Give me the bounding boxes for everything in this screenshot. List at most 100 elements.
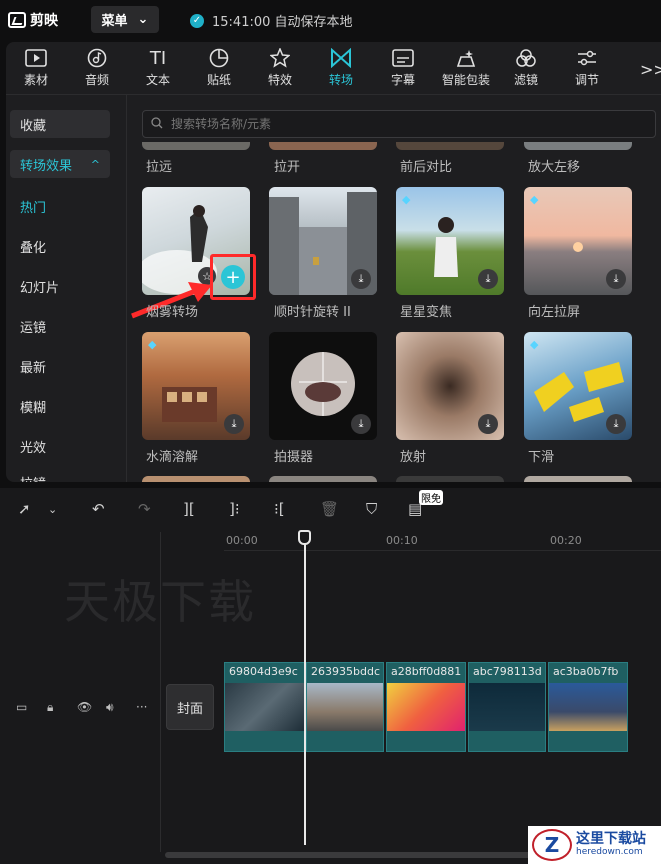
marker-icon[interactable]: ⛉ <box>366 500 377 518</box>
split-left-icon[interactable]: ]⁝ <box>229 500 240 518</box>
tab-smart-package[interactable]: 智能包装 <box>439 48 493 88</box>
tab-sticker[interactable]: 贴纸 <box>194 48 244 88</box>
undo-icon[interactable]: ↶ <box>92 500 105 518</box>
time-ruler[interactable] <box>224 532 661 551</box>
sidebar-item-dissolve[interactable]: 叠化 <box>20 237 46 256</box>
site-url: heredown.com <box>576 846 643 857</box>
tile-label: 烟雾转场 <box>146 305 199 320</box>
select-cursor-icon[interactable]: ➚ <box>18 500 31 518</box>
tab-transition[interactable]: 转场 <box>316 48 366 88</box>
download-icon[interactable]: ⤓ <box>478 269 498 289</box>
search-bar[interactable] <box>142 110 656 138</box>
clip-thumbnail <box>307 683 383 731</box>
clip-thumbnail <box>549 683 627 731</box>
chevron-down-icon: ⌄ <box>137 12 149 27</box>
video-clip[interactable]: a28bff0d881 <box>386 662 466 752</box>
site-title: 这里下载站 <box>576 831 646 848</box>
ruler-label: 00:10 <box>386 534 418 547</box>
split-right-icon[interactable]: ⁝[ <box>274 500 285 518</box>
smart-package-icon <box>455 48 477 68</box>
clip-thumbnail <box>387 683 465 731</box>
sidebar-item-blur[interactable]: 模糊 <box>20 397 46 416</box>
tile-label: 向左拉屏 <box>528 305 581 320</box>
sidebar-item-slides[interactable]: 幻灯片 <box>20 277 59 296</box>
video-clip[interactable]: ac3ba0b7fb <box>548 662 628 752</box>
video-clip[interactable]: 263935bddc <box>306 662 384 752</box>
save-status-text: 15:41:00 自动保存本地 <box>212 15 353 30</box>
sidebar-item-light[interactable]: 光效 <box>20 437 46 456</box>
download-icon[interactable]: ⤓ <box>351 414 371 434</box>
clip-name: ac3ba0b7fb <box>553 665 619 678</box>
more-tabs-icon[interactable]: >> <box>640 60 661 79</box>
tab-adjust[interactable]: 调节 <box>562 48 612 88</box>
tab-text[interactable]: TI 文本 <box>133 48 183 88</box>
download-icon[interactable]: ⤓ <box>606 414 626 434</box>
transition-tile-camera[interactable]: ⤓ <box>269 332 377 440</box>
check-icon: ✓ <box>190 13 204 28</box>
sidebar-item-latest[interactable]: 最新 <box>20 357 46 376</box>
clip-thumbnail <box>469 683 545 731</box>
volume-icon[interactable]: 🔊︎ <box>106 700 114 715</box>
tile-partial-thumb <box>269 476 377 482</box>
download-icon[interactable]: ⤓ <box>606 269 626 289</box>
download-icon[interactable]: ⤓ <box>478 414 498 434</box>
split-icon[interactable]: ][ <box>183 500 195 518</box>
transition-tile-clockwise[interactable]: ⤓ <box>269 187 377 295</box>
search-input[interactable] <box>169 116 573 132</box>
audio-icon <box>87 48 107 68</box>
tile-label: 顺时针旋转 II <box>274 305 351 320</box>
filter-icon <box>515 48 537 68</box>
redo-icon: ↷ <box>138 500 151 518</box>
save-status: ✓ 15:41:00 自动保存本地 <box>190 11 353 30</box>
clip-name: abc798113d <box>473 665 542 678</box>
tile-label: 放大左移 <box>528 160 581 175</box>
track-video-icon[interactable]: ▭ <box>16 700 27 714</box>
download-icon[interactable]: ⤓ <box>224 414 244 434</box>
tile-partial-thumb <box>396 476 504 482</box>
site-badge-icon: Z <box>532 829 572 861</box>
adjust-icon <box>576 48 598 68</box>
tab-subtitle[interactable]: 字幕 <box>378 48 428 88</box>
sidebar-item-hot[interactable]: 热门 <box>20 197 46 216</box>
playhead-handle[interactable] <box>298 530 311 545</box>
transition-tile-radial[interactable]: ⤓ <box>396 332 504 440</box>
transition-tile-star-zoom[interactable]: ◆ ⤓ <box>396 187 504 295</box>
sidebar-item-camera[interactable]: 运镜 <box>20 317 46 336</box>
sidebar-favorites[interactable]: 收藏 <box>10 110 110 138</box>
cover-button[interactable]: 封面 <box>166 684 214 730</box>
tile-partial-thumb <box>142 476 250 482</box>
playhead[interactable] <box>304 530 306 845</box>
sidebar-category[interactable]: 转场效果 ^ <box>10 150 110 178</box>
transition-tile-slide-down[interactable]: ◆ ⤓ <box>524 332 632 440</box>
transition-tile-water-dissolve[interactable]: ◆ ⤓ <box>142 332 250 440</box>
tile-partial-thumb <box>142 142 250 150</box>
tile-partial-thumb <box>524 476 632 482</box>
more-icon[interactable]: ··· <box>136 700 147 714</box>
tab-effects[interactable]: 特效 <box>255 48 305 88</box>
ruler-label: 00:00 <box>226 534 258 547</box>
video-clip[interactable]: abc798113d <box>468 662 546 752</box>
delete-icon: 🗑︎ <box>320 500 340 518</box>
menu-button[interactable]: 菜单 ⌄ <box>91 6 159 33</box>
media-icon <box>25 48 47 68</box>
tile-label: 前后对比 <box>400 160 453 175</box>
video-clip[interactable]: 69804d3e9c <box>224 662 306 752</box>
eye-icon[interactable]: 👁︎ <box>77 700 92 714</box>
download-icon[interactable]: ⤓ <box>351 269 371 289</box>
site-logo: Z 这里下载站 heredown.com <box>528 826 661 864</box>
add-transition-button[interactable]: + <box>221 265 245 289</box>
lock-icon[interactable]: 🔒︎ <box>47 700 53 715</box>
watermark-text: 天极下载 <box>64 575 256 629</box>
tile-label: 拉开 <box>274 160 301 175</box>
tab-media[interactable]: 素材 <box>11 48 61 88</box>
transition-tile-pull-left[interactable]: ◆ ⤓ <box>524 187 632 295</box>
tile-partial-thumb <box>524 142 632 150</box>
chevron-down-icon[interactable]: ⌄ <box>48 503 57 516</box>
tab-filter[interactable]: 滤镜 <box>501 48 551 88</box>
effects-icon <box>270 48 290 68</box>
sidebar-item-pull[interactable]: 拉镜 <box>20 473 46 482</box>
tile-label: 拍摄器 <box>274 450 314 465</box>
clip-thumbnail <box>225 683 305 731</box>
menu-label: 菜单 <box>101 14 128 29</box>
tab-audio[interactable]: 音频 <box>72 48 122 88</box>
